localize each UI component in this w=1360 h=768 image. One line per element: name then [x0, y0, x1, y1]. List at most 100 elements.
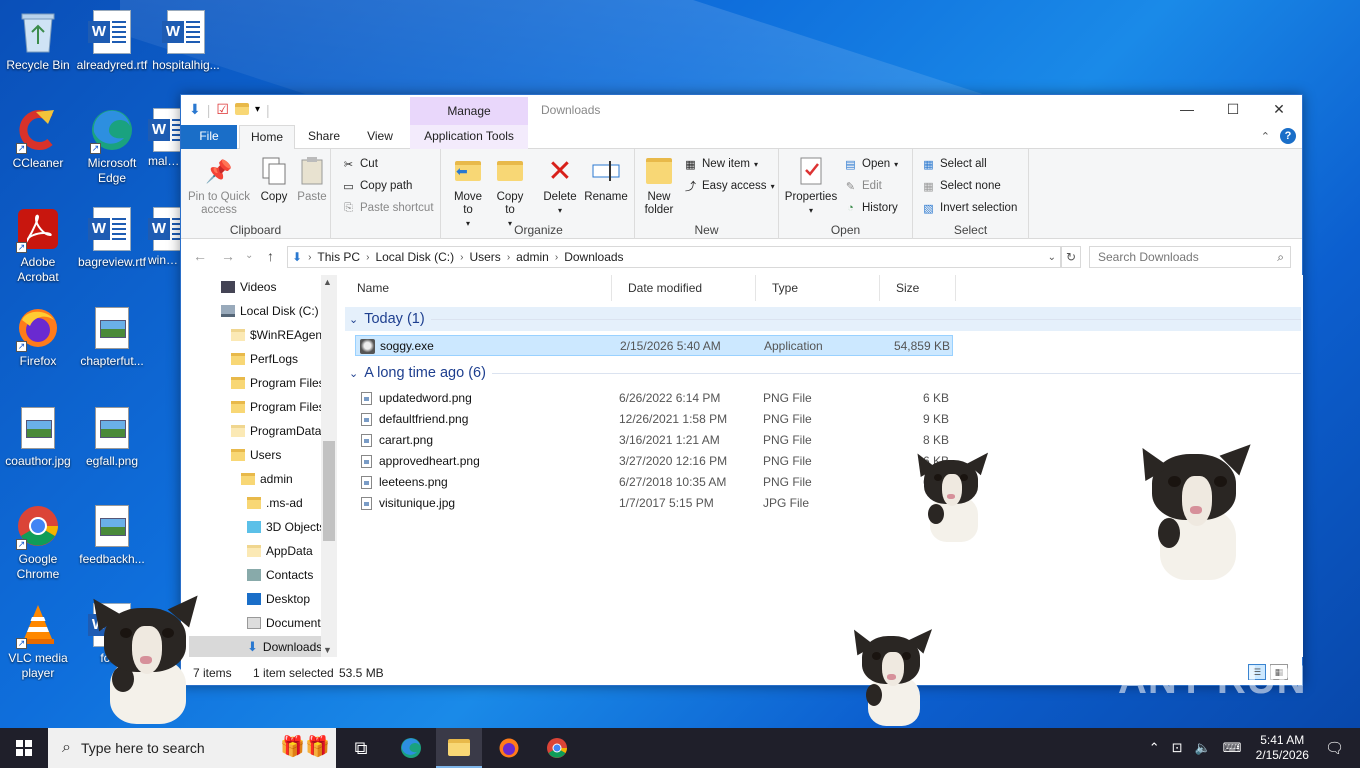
file-row[interactable]: approvedheart.png 3/27/2020 12:16 PM PNG… [355, 451, 953, 472]
desktop-icon-bagreview[interactable]: bagreview.rtf [74, 205, 150, 270]
easy-access-button[interactable]: ⤴ Easy access ▾ [683, 177, 775, 195]
breadcrumb-this-pc[interactable]: This PC [317, 250, 360, 264]
tab-application-tools[interactable]: Application Tools [410, 125, 528, 149]
edge-taskbar-icon[interactable] [388, 728, 434, 768]
desktop-icon-ccleaner[interactable]: ↗ CCleaner [0, 106, 76, 171]
nav-item-winreagent[interactable]: $WinREAgent [231, 324, 325, 346]
nav-item-contacts[interactable]: Contacts [247, 564, 313, 586]
desktop-icon-chrome[interactable]: ↗ Google Chrome [0, 502, 76, 582]
nav-scrollbar-thumb[interactable] [323, 441, 335, 541]
file-explorer-taskbar-icon[interactable] [436, 728, 482, 768]
breadcrumb-downloads[interactable]: Downloads [564, 250, 623, 264]
notifications-icon[interactable]: 🗨 [1325, 739, 1344, 757]
forward-arrow-icon[interactable]: → [221, 248, 235, 264]
tab-home[interactable]: Home [239, 125, 295, 150]
column-size[interactable]: Size [880, 275, 956, 301]
desktop-icon-firefox[interactable]: ↗ Firefox [0, 304, 76, 369]
nav-item-users[interactable]: Users [231, 444, 281, 466]
column-type[interactable]: Type [756, 275, 880, 301]
firefox-taskbar-icon[interactable] [486, 728, 532, 768]
start-button[interactable] [0, 728, 48, 768]
file-row-soggy[interactable]: soggy.exe 2/15/2026 5:40 AM Application … [355, 335, 953, 356]
delete-button[interactable]: ✕ Delete ▾ [539, 155, 581, 217]
file-row[interactable]: carart.png 3/16/2021 1:21 AM PNG File 8 … [355, 430, 953, 451]
desktop-icon-wine[interactable]: wine... [148, 205, 191, 268]
desktop-icon-recycle-bin[interactable]: Recycle Bin [0, 8, 76, 73]
close-button[interactable]: ✕ [1256, 95, 1302, 123]
address-dropdown-icon[interactable]: ⌄ [1048, 252, 1056, 263]
taskbar-search-input[interactable]: ⌕ Type here to search 🎁🎁 [48, 728, 336, 768]
new-folder-icon[interactable] [234, 102, 249, 118]
nav-item-local-disk[interactable]: Local Disk (C:) [221, 300, 319, 322]
tab-share[interactable]: Share [299, 125, 349, 149]
group-header-long-time-ago[interactable]: ⌄ A long time ago (6) [345, 361, 1301, 385]
chrome-taskbar-icon[interactable] [534, 728, 580, 768]
properties-check-icon[interactable]: ☑ [216, 101, 229, 118]
file-row[interactable]: visitunique.jpg 1/7/2017 5:15 PM JPG Fil… [355, 493, 953, 514]
group-header-today[interactable]: ⌄ Today (1) [345, 307, 1301, 331]
collapse-ribbon-icon[interactable]: ⌃ [1261, 130, 1270, 143]
column-date-modified[interactable]: Date modified [612, 275, 756, 301]
tab-view[interactable]: View [353, 125, 407, 149]
refresh-icon[interactable]: ↻ [1061, 246, 1081, 268]
file-row[interactable]: updatedword.png 6/26/2022 6:14 PM PNG Fi… [355, 388, 953, 409]
nav-item-programdata[interactable]: ProgramData [231, 420, 321, 442]
recent-chevron-icon[interactable]: ⌄ [245, 250, 253, 261]
up-arrow-icon[interactable]: ↑ [267, 248, 274, 264]
task-view-icon[interactable]: ⧉ [338, 728, 384, 768]
show-hidden-icons-chevron-icon[interactable]: ⌃ [1149, 740, 1160, 756]
desktop-icon-vlc[interactable]: ↗ VLC media player [0, 601, 76, 681]
tab-file[interactable]: File [181, 125, 237, 149]
nav-item-perflogs[interactable]: PerfLogs [231, 348, 298, 370]
maximize-button[interactable]: ☐ [1210, 95, 1256, 123]
history-button[interactable]: ◔ History [843, 199, 898, 217]
desktop-icon-feedbackh[interactable]: feedbackh... [74, 502, 150, 567]
desktop-icon-hospitalhig[interactable]: hospitalhig... [148, 8, 224, 73]
nav-item-videos[interactable]: Videos [221, 276, 276, 298]
nav-item-documents[interactable]: Documents [247, 612, 327, 634]
nav-item-program-files-x86[interactable]: Program Files [231, 396, 325, 418]
nav-item-appdata[interactable]: AppData [247, 540, 313, 562]
nav-item-3d-objects[interactable]: 3D Objects [247, 516, 325, 538]
help-icon[interactable]: ? [1280, 128, 1296, 144]
new-item-button[interactable]: ▦ New item ▾ [683, 155, 758, 173]
pin-quick-access-button[interactable]: 📌 Pin to Quick access [187, 155, 251, 217]
nav-item-desktop[interactable]: Desktop [247, 588, 310, 610]
properties-button[interactable]: Properties ▾ [783, 155, 839, 217]
copy-to-button[interactable]: Copy to ▾ [491, 155, 529, 230]
select-all-button[interactable]: ▦ Select all [921, 155, 986, 173]
invert-selection-button[interactable]: ▧ Invert selection [921, 199, 1017, 217]
desktop-icon-coauthor[interactable]: coauthor.jpg [0, 404, 76, 469]
network-icon[interactable]: ⊡ [1172, 740, 1183, 756]
file-row[interactable]: leeteens.png 6/27/2018 10:35 AM PNG File… [355, 472, 953, 493]
breadcrumb-admin[interactable]: admin [516, 250, 549, 264]
desktop-icon-alreadyred[interactable]: alreadyred.rtf [74, 8, 150, 73]
nav-item-program-files[interactable]: Program Files [231, 372, 325, 394]
move-to-button[interactable]: ⬅ Move to ▾ [449, 155, 487, 230]
desktop-icon-male[interactable]: male... [148, 106, 191, 169]
cut-button[interactable]: ✂ Cut [341, 155, 378, 173]
breadcrumb-users[interactable]: Users [469, 250, 500, 264]
breadcrumb-local-disk[interactable]: Local Disk (C:) [375, 250, 454, 264]
edit-button[interactable]: ✎ Edit [843, 177, 882, 195]
search-input[interactable]: Search Downloads ⌕ [1089, 246, 1291, 268]
nav-item-ms-ad[interactable]: .ms-ad [247, 492, 303, 514]
volume-icon[interactable]: 🔈 [1195, 740, 1211, 756]
copy-path-button[interactable]: ▭ Copy path [341, 177, 412, 195]
rename-button[interactable]: Rename [583, 155, 629, 204]
paste-button[interactable]: Paste [295, 155, 329, 204]
copy-button[interactable]: Copy [257, 155, 291, 204]
new-folder-button[interactable]: New folder [641, 155, 677, 217]
select-none-button[interactable]: ▦ Select none [921, 177, 1000, 195]
nav-item-admin[interactable]: admin [241, 468, 293, 490]
desktop-icon-egfall[interactable]: egfall.png [74, 404, 150, 469]
minimize-button[interactable]: — [1164, 95, 1210, 123]
desktop-icon-acrobat[interactable]: ↗ Adobe Acrobat [0, 205, 76, 285]
clock[interactable]: 5:41 AM 2/15/2026 [1256, 733, 1309, 763]
file-row[interactable]: defaultfriend.png 12/26/2021 1:58 PM PNG… [355, 409, 953, 430]
column-name[interactable]: Name [341, 275, 612, 301]
desktop-icon-chapterfut[interactable]: chapterfut... [74, 304, 150, 369]
open-button[interactable]: ▤ Open ▾ [843, 155, 898, 173]
address-bar[interactable]: ⬇ › This PC › Local Disk (C:) › Users › … [287, 246, 1061, 268]
keyboard-icon[interactable]: ⌨ [1223, 740, 1242, 756]
